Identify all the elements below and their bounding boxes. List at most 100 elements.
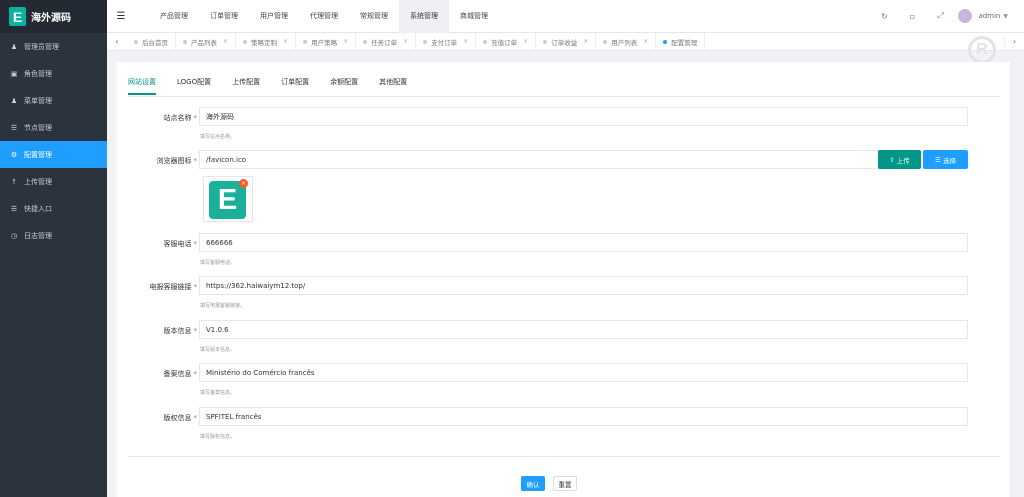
chevron-right-icon[interactable]: › (1004, 37, 1024, 46)
logo[interactable]: E 海外源码 (0, 0, 107, 33)
confirm-button[interactable]: 确认 (521, 476, 545, 491)
favicon-preview: E × (203, 176, 253, 222)
close-icon[interactable]: × (583, 38, 588, 45)
close-icon[interactable]: × (239, 179, 248, 188)
chevron-left-icon[interactable]: ‹ (107, 37, 127, 46)
sidebar-item-label: 节点管理 (24, 123, 52, 132)
field-hint: 填写版本信息。 (200, 347, 236, 353)
close-icon[interactable]: × (403, 38, 408, 45)
tab-task-order[interactable]: 任务订单 × (356, 32, 417, 51)
sidebar-menu: ♟ 管理员管理 ▣ 角色管理 ♟ 菜单管理 ☰ 节点管理 ⚙ 配置管理 ↑ 上传管理 ☰ 快捷… (0, 33, 107, 249)
dot-icon (183, 39, 187, 44)
sidebar-item-role[interactable]: ▣ 角色管理 (0, 60, 107, 87)
tab-label: 任务订单 (371, 38, 398, 47)
sidebar-item-label: 快捷入口 (24, 204, 52, 213)
tab-strategy[interactable]: 策略定制 × (236, 32, 297, 51)
upload-icon: ↑ (11, 177, 17, 186)
avatar[interactable] (958, 9, 973, 23)
field-hint: 填写备案信息。 (200, 390, 236, 396)
sidebar-item-log[interactable]: ◷ 日志管理 (0, 222, 107, 249)
record-input[interactable]: Ministério do Comércio francês (199, 363, 968, 382)
field-hint: 填写客服电话。 (200, 260, 236, 266)
tab-label: 后台首页 (142, 38, 168, 47)
divider (128, 96, 999, 97)
topnav-item-user[interactable]: 用户管理 (249, 0, 299, 33)
topnav-item-product[interactable]: 产品管理 (149, 0, 199, 33)
field-label: 版本信息 * (163, 327, 198, 335)
service-link-input[interactable]: https://362.haiwaiym12.top/ (199, 276, 968, 295)
subtab-other[interactable]: 其他配置 (379, 77, 407, 95)
dot-icon (363, 39, 368, 44)
field-label: 版权信息 * (163, 414, 198, 422)
tab-recharge-order[interactable]: 充值订单 × (476, 32, 537, 51)
trash-icon[interactable]: ▫ (898, 12, 926, 21)
chevron-down-icon[interactable]: ▼ (1003, 13, 1008, 20)
tab-home[interactable]: 后台首页 (127, 32, 176, 51)
sidebar-item-node[interactable]: ☰ 节点管理 (0, 114, 107, 141)
divider (128, 456, 999, 457)
tab-label: 订单收益 (551, 38, 578, 47)
close-icon[interactable]: × (463, 38, 468, 45)
dot-icon (134, 39, 138, 44)
select-button[interactable]: ☰ 选择 (923, 150, 968, 169)
tab-label: 用户策略 (311, 38, 338, 47)
field-hint: 填写站点名称。 (200, 134, 236, 140)
sidebar-item-menu[interactable]: ♟ 菜单管理 (0, 87, 107, 114)
topnav-item-general[interactable]: 常规管理 (349, 0, 399, 33)
subtab-order[interactable]: 订单配置 (281, 77, 309, 95)
reset-button[interactable]: 重置 (553, 476, 577, 491)
subtab-balance[interactable]: 余额配置 (330, 77, 358, 95)
tab-user-strategy[interactable]: 用户策略 × (296, 32, 357, 51)
dot-icon (603, 39, 608, 44)
tab-product-list[interactable]: 产品列表 × (176, 32, 237, 51)
tab-user-list[interactable]: 用户列表 × (596, 32, 657, 51)
service-phone-input[interactable]: 666666 (199, 233, 968, 252)
field-hint: 填写电报客服链接。 (200, 303, 246, 309)
sidebar-item-admin[interactable]: ♟ 管理员管理 (0, 33, 107, 60)
subtab-logo[interactable]: LOGO配置 (177, 77, 211, 95)
top-bar: ☰ 产品管理 订单管理 用户管理 代理管理 常规管理 系统管理 商城管理 ↻ ▫… (107, 0, 1024, 33)
topnav-item-order[interactable]: 订单管理 (199, 0, 249, 33)
tab-label: 充值订单 (491, 38, 518, 47)
sidebar-item-config[interactable]: ⚙ 配置管理 (0, 141, 107, 168)
sidebar-item-shortcut[interactable]: ☰ 快捷入口 (0, 195, 107, 222)
list-icon: ☰ (10, 204, 18, 213)
upload-button[interactable]: ⇧ 上传 (878, 150, 921, 169)
subtab-site[interactable]: 网站设置 (128, 77, 156, 95)
tab-label: 配置管理 (671, 38, 698, 47)
dot-icon (543, 39, 548, 44)
tab-pay-order[interactable]: 支付订单 × (416, 32, 477, 51)
clock-icon: ◷ (10, 231, 18, 240)
registered-mark: R (968, 36, 996, 64)
field-label: 备案信息 * (163, 370, 198, 378)
close-icon[interactable]: × (283, 38, 288, 45)
close-icon[interactable]: × (523, 38, 528, 45)
field-hint: 填写版权信息。 (200, 434, 236, 440)
version-input[interactable]: V1.0.6 (199, 320, 968, 339)
copyright-input[interactable]: SPFITEL francês (199, 407, 968, 426)
topnav-item-system[interactable]: 系统管理 (399, 0, 449, 33)
topnav-item-mall[interactable]: 商城管理 (449, 0, 499, 33)
top-right: ↻ ▫ ⤢ admin ▼ (870, 0, 1024, 33)
list-icon: ☰ (10, 123, 18, 132)
subtab-upload[interactable]: 上传配置 (232, 77, 260, 95)
fullscreen-icon[interactable]: ⤢ (926, 11, 954, 21)
tab-order-income[interactable]: 订单收益 × (536, 32, 597, 51)
site-name-input[interactable]: 海外源码 (199, 107, 968, 126)
admin-name[interactable]: admin (978, 12, 1000, 20)
dot-icon (663, 39, 668, 44)
tab-label: 用户列表 (611, 38, 638, 47)
tab-config[interactable]: 配置管理 (656, 32, 706, 51)
field-label: 浏览器图标 * (156, 157, 198, 165)
sidebar-item-upload[interactable]: ↑ 上传管理 (0, 168, 107, 195)
favicon-input[interactable]: /favicon.ico (199, 150, 880, 169)
close-icon[interactable]: × (643, 38, 648, 45)
sidebar-item-label: 角色管理 (24, 69, 52, 78)
close-icon[interactable]: × (223, 38, 228, 45)
menu-toggle-icon[interactable]: ☰ (107, 11, 135, 22)
field-label: 站点名称 * (163, 114, 198, 122)
refresh-icon[interactable]: ↻ (870, 12, 898, 21)
topnav-item-agent[interactable]: 代理管理 (299, 0, 349, 33)
close-icon[interactable]: × (343, 38, 348, 45)
sidebar-item-label: 上传管理 (24, 177, 52, 186)
